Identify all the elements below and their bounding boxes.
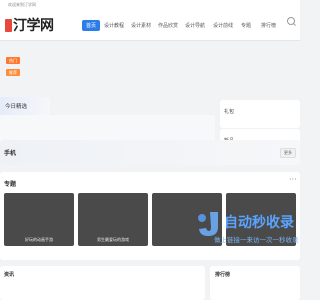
sidebar-box-gift-title: 礼包 [224, 109, 235, 115]
today-title: 今日精选 [5, 104, 28, 110]
news-section [0, 266, 205, 300]
phone-more-button[interactable]: 更多 [280, 148, 296, 158]
tag-recommend[interactable]: 推荐 [6, 69, 20, 76]
nav-materials[interactable]: 设计素材 [131, 22, 151, 29]
nav-home[interactable]: 首页 [82, 20, 101, 31]
topic-card-1[interactable]: 好玩的动画手游 [4, 193, 74, 246]
welcome-text: 欢迎来到汀学网 [8, 2, 36, 7]
news-title: 资讯 [4, 272, 15, 278]
topics-more-icon[interactable]: ··· [289, 176, 297, 184]
ranking-title: 排行榜 [215, 272, 231, 278]
search-icon[interactable] [287, 17, 295, 25]
logo-icon[interactable] [5, 19, 12, 32]
phone-section [0, 140, 300, 165]
watermark-text: 自动秒收录 [224, 215, 294, 231]
topic-card-2[interactable]: 男生最爱玩的游戏 [78, 193, 148, 246]
watermark-subtext: 做上链接一来访一次一秒收录 [214, 236, 299, 244]
nav-works[interactable]: 作品欣赏 [158, 22, 178, 29]
topic-card-1-caption: 好玩的动画手游 [25, 237, 53, 242]
nav-topics[interactable]: 专题 [241, 22, 251, 29]
phone-title: 手机 [4, 150, 17, 157]
nav-navigation[interactable]: 设计导航 [185, 22, 205, 29]
nav-frontline[interactable]: 设计前线 [213, 22, 233, 29]
topic-card-2-caption: 男生最爱玩的游戏 [97, 237, 129, 242]
topics-title: 专题 [4, 181, 17, 188]
tag-hot[interactable]: 热门 [6, 57, 20, 64]
site-logo[interactable]: 汀学网 [13, 15, 54, 35]
nav-tutorials[interactable]: 设计教程 [104, 22, 124, 29]
nav-ranking[interactable]: 排行榜 [261, 22, 276, 29]
